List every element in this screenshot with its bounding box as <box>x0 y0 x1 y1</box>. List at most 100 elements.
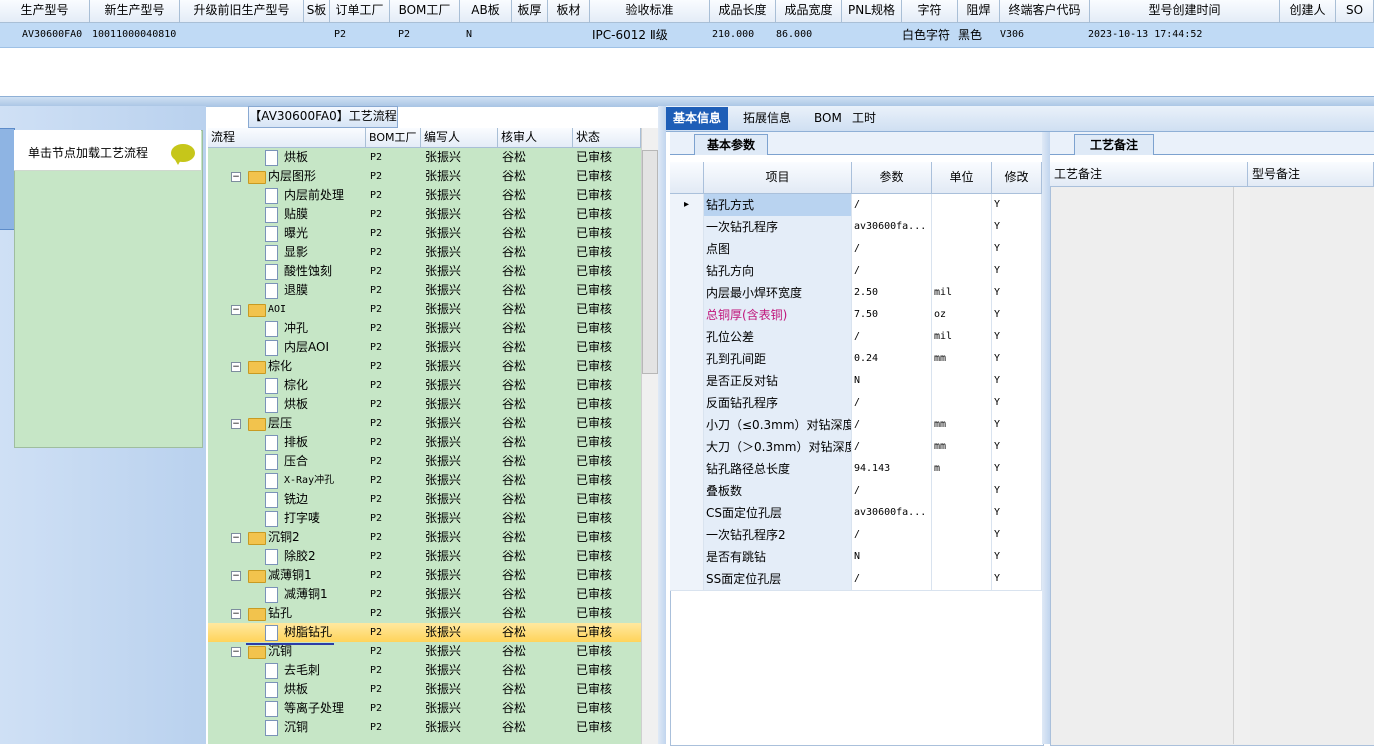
tree-node-label[interactable]: 贴膜 <box>284 205 308 224</box>
collapse-toggle-icon[interactable]: − <box>231 305 241 315</box>
model-grid-column-header[interactable]: AB板 <box>460 0 512 23</box>
tree-row[interactable]: − 层压 P2 张振兴 谷松 已审核 <box>208 414 641 433</box>
params-row[interactable]: 点图 / Y <box>670 238 1042 261</box>
tree-node-label[interactable]: 退膜 <box>284 281 308 300</box>
tree-node-label[interactable]: 层压 <box>268 414 292 433</box>
tree-row[interactable]: − AOI P2 张振兴 谷松 已审核 <box>208 300 641 319</box>
params-row[interactable]: 小刀（≤0.3mm）对钻深度 / mm Y <box>670 414 1042 437</box>
collapse-toggle-icon[interactable]: − <box>231 362 241 372</box>
tree-row[interactable]: 曝光 P2 张振兴 谷松 已审核 <box>208 224 641 243</box>
tree-scroll-thumb[interactable] <box>642 150 658 374</box>
collapse-toggle-icon[interactable]: − <box>231 419 241 429</box>
model-grid-column-header[interactable]: 型号创建时间 <box>1090 0 1280 23</box>
model-grid-column-header[interactable]: PNL规格 <box>842 0 902 23</box>
collapsed-side-tab[interactable] <box>0 128 15 230</box>
info-tab[interactable]: 拓展信息 <box>736 107 798 130</box>
tree-row[interactable]: 压合 P2 张振兴 谷松 已审核 <box>208 452 641 471</box>
tree-row[interactable]: 内层前处理 P2 张振兴 谷松 已审核 <box>208 186 641 205</box>
params-row[interactable]: 孔位公差 / mil Y <box>670 326 1042 349</box>
tree-row[interactable]: 去毛刺 P2 张振兴 谷松 已审核 <box>208 661 641 680</box>
tree-node-label[interactable]: 内层AOI <box>284 338 329 357</box>
tree-column-header[interactable]: 状态 <box>573 128 641 147</box>
param-modify-flag[interactable]: Y <box>992 458 1042 480</box>
param-value-field[interactable]: N <box>852 546 932 568</box>
param-modify-flag[interactable]: Y <box>992 304 1042 326</box>
tree-node-label[interactable]: 烘板 <box>284 395 308 414</box>
param-modify-flag[interactable]: Y <box>992 568 1042 590</box>
tree-row[interactable]: 烘板 P2 张振兴 谷松 已审核 <box>208 395 641 414</box>
tree-column-header[interactable]: 编写人 <box>421 128 498 147</box>
tree-row[interactable]: 棕化 P2 张振兴 谷松 已审核 <box>208 376 641 395</box>
param-modify-flag[interactable]: Y <box>992 502 1042 524</box>
info-tab[interactable]: 基本信息 <box>666 107 729 130</box>
tree-row[interactable]: 等离子处理 P2 张振兴 谷松 已审核 <box>208 699 641 718</box>
right-splitter[interactable] <box>1042 132 1050 744</box>
collapse-toggle-icon[interactable]: − <box>231 571 241 581</box>
tree-node-label[interactable]: 铣边 <box>284 490 308 509</box>
tree-node-label[interactable]: 烘板 <box>284 680 308 699</box>
tree-node-label[interactable]: 冲孔 <box>284 319 308 338</box>
model-grid-row-selected[interactable]: AV30600FA0 10011000040810 P2 P2 N IPC-6012 Ⅱ级… <box>0 23 1374 48</box>
tree-row[interactable]: 退膜 P2 张振兴 谷松 已审核 <box>208 281 641 300</box>
tree-node-label[interactable]: 除胶2 <box>284 547 316 566</box>
params-row[interactable]: 一次钻孔程序2/ Y <box>670 524 1042 547</box>
tree-row[interactable]: 打字唛 P2 张振兴 谷松 已审核 <box>208 509 641 528</box>
tree-node-label[interactable]: 打字唛 <box>284 509 320 528</box>
param-value-field[interactable]: 94.143 <box>852 458 932 480</box>
param-modify-flag[interactable]: Y <box>992 546 1042 568</box>
params-row[interactable]: 孔到孔间距 0.24 mm Y <box>670 348 1042 371</box>
param-value-field[interactable]: 2.50 <box>852 282 932 304</box>
tree-column-header[interactable]: 核审人 <box>498 128 573 147</box>
param-modify-flag[interactable]: Y <box>992 238 1042 260</box>
tree-row[interactable]: − 棕化 P2 张振兴 谷松 已审核 <box>208 357 641 376</box>
notes-scrollbar[interactable] <box>1233 187 1250 744</box>
tree-row[interactable]: 烘板 P2 张振兴 谷松 已审核 <box>208 148 641 167</box>
param-value-field[interactable]: / <box>852 238 932 260</box>
param-value-field[interactable]: av30600fa... <box>852 216 932 238</box>
tree-row[interactable]: 排板 P2 张振兴 谷松 已审核 <box>208 433 641 452</box>
vertical-splitter[interactable] <box>658 106 666 744</box>
tree-column-header[interactable]: 流程 <box>208 128 366 147</box>
tree-node-label[interactable]: 压合 <box>284 452 308 471</box>
tree-row[interactable]: − 内层图形 P2 张振兴 谷松 已审核 <box>208 167 641 186</box>
params-row[interactable]: 是否有跳钻 N Y <box>670 546 1042 569</box>
param-modify-flag[interactable]: Y <box>992 524 1042 546</box>
param-value-field[interactable]: / <box>852 326 932 348</box>
collapse-toggle-icon[interactable]: − <box>231 172 241 182</box>
params-row[interactable]: 内层最小焊环宽度 2.50 mil Y <box>670 282 1042 305</box>
tree-node-label[interactable]: AOI <box>268 300 286 319</box>
params-column-header[interactable]: 项目 <box>704 162 852 193</box>
param-value-field[interactable]: / <box>852 194 932 216</box>
model-grid-column-header[interactable]: 创建人 <box>1280 0 1336 23</box>
tree-row[interactable]: 烘板 P2 张振兴 谷松 已审核 <box>208 680 641 699</box>
tree-node-label[interactable]: 棕化 <box>284 376 308 395</box>
model-grid-column-header[interactable]: 字符 <box>902 0 958 23</box>
params-column-header[interactable]: 参数 <box>852 162 932 193</box>
tree-node-label[interactable]: 树脂钻孔 <box>284 623 332 642</box>
tree-row[interactable]: 树脂钻孔 P2 张振兴 谷松 已审核 <box>208 623 641 642</box>
info-tab[interactable]: 工时 <box>845 107 883 130</box>
tree-row[interactable]: 减薄铜1 P2 张振兴 谷松 已审核 <box>208 585 641 604</box>
model-grid-column-header[interactable]: 新生产型号 <box>90 0 180 23</box>
load-hint-text[interactable]: 单击节点加载工艺流程 <box>28 144 148 161</box>
model-grid-column-header[interactable]: 订单工厂 <box>330 0 390 23</box>
tree-node-label[interactable]: X-Ray冲孔 <box>284 471 334 490</box>
tree-node-label[interactable]: 内层前处理 <box>284 186 344 205</box>
tree-node-label[interactable]: 去毛刺 <box>284 661 320 680</box>
tree-row[interactable]: X-Ray冲孔 P2 张振兴 谷松 已审核 <box>208 471 641 490</box>
params-row[interactable]: 一次钻孔程序 av30600fa... Y <box>670 216 1042 239</box>
tree-row[interactable]: 铣边 P2 张振兴 谷松 已审核 <box>208 490 641 509</box>
params-column-header[interactable]: 单位 <box>932 162 992 193</box>
param-modify-flag[interactable]: Y <box>992 370 1042 392</box>
param-value-field[interactable]: / <box>852 436 932 458</box>
params-row[interactable]: 钻孔方向 / Y <box>670 260 1042 283</box>
params-column-header[interactable]: 修改 <box>992 162 1042 193</box>
params-row[interactable]: 反面钻孔程序 / Y <box>670 392 1042 415</box>
params-row[interactable]: CS面定位孔层 av30600fa... Y <box>670 502 1042 525</box>
param-value-field[interactable]: / <box>852 524 932 546</box>
param-value-field[interactable]: / <box>852 260 932 282</box>
model-grid-column-header[interactable]: S板 <box>304 0 330 23</box>
model-grid-column-header[interactable]: 终端客户代码 <box>1000 0 1090 23</box>
param-modify-flag[interactable]: Y <box>992 436 1042 458</box>
param-value-field[interactable]: N <box>852 370 932 392</box>
